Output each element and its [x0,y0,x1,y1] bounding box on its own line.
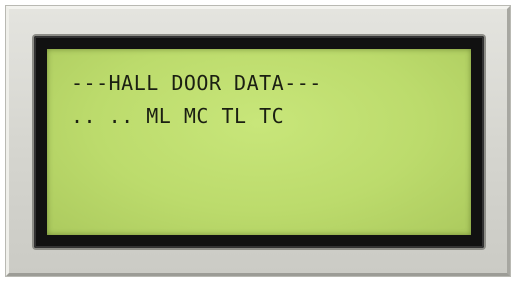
lcd-line-1-title: ---HALL DOOR DATA--- [71,71,322,95]
lcd-screen: ---HALL DOOR DATA--- .. .. ML MC TL TC [47,49,471,235]
lcd-line-2-status: .. .. ML MC TL TC [71,104,285,128]
